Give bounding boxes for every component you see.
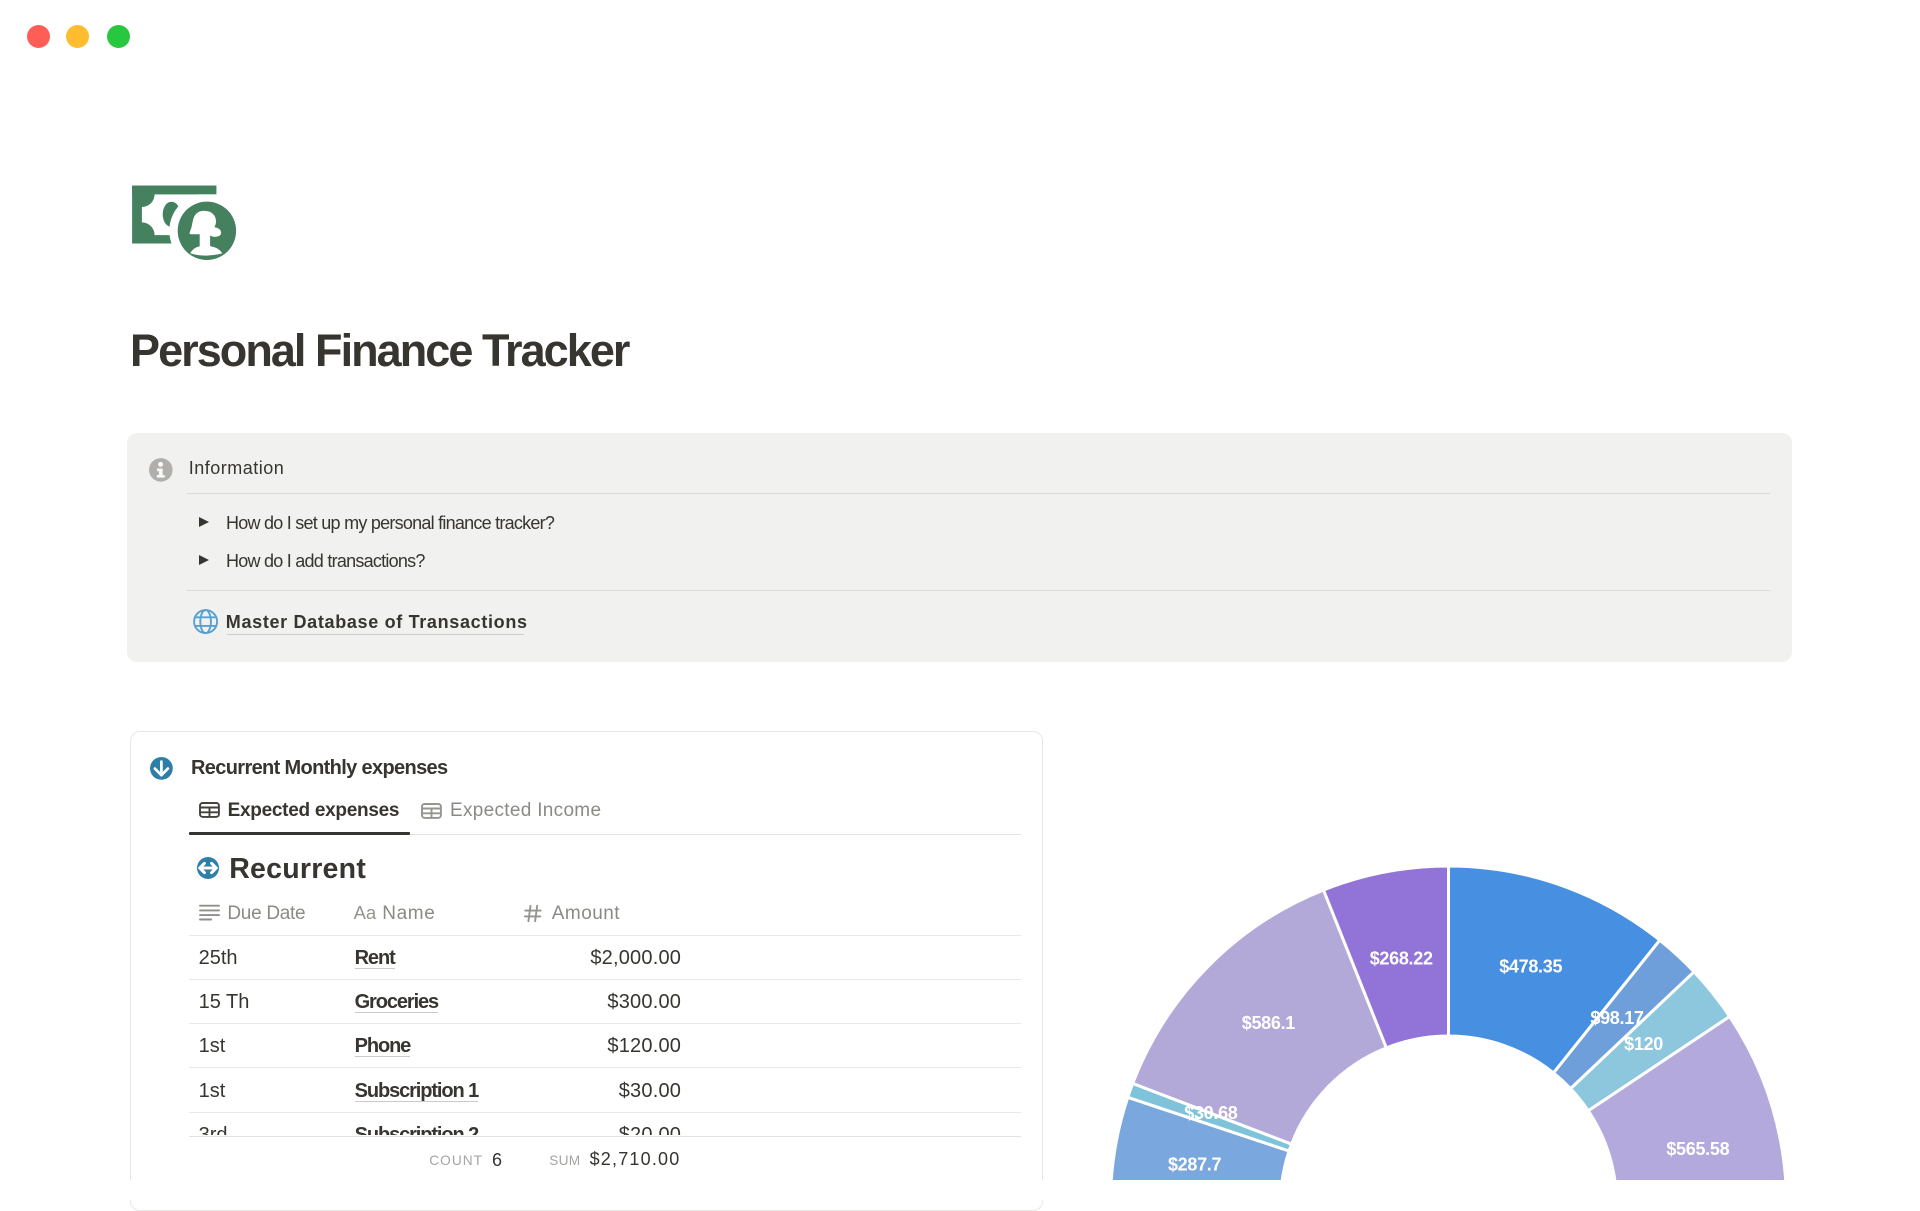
svg-text:$268.22: $268.22 (1370, 949, 1433, 969)
svg-text:$120: $120 (1624, 1034, 1663, 1054)
svg-text:$586.1: $586.1 (1242, 1013, 1296, 1033)
svg-text:$478.35: $478.35 (1499, 957, 1562, 977)
svg-text:$98.17: $98.17 (1590, 1008, 1644, 1028)
svg-text:$30.68: $30.68 (1184, 1103, 1238, 1123)
svg-text:$565.58: $565.58 (1666, 1139, 1729, 1159)
svg-text:$287.7: $287.7 (1168, 1155, 1222, 1175)
